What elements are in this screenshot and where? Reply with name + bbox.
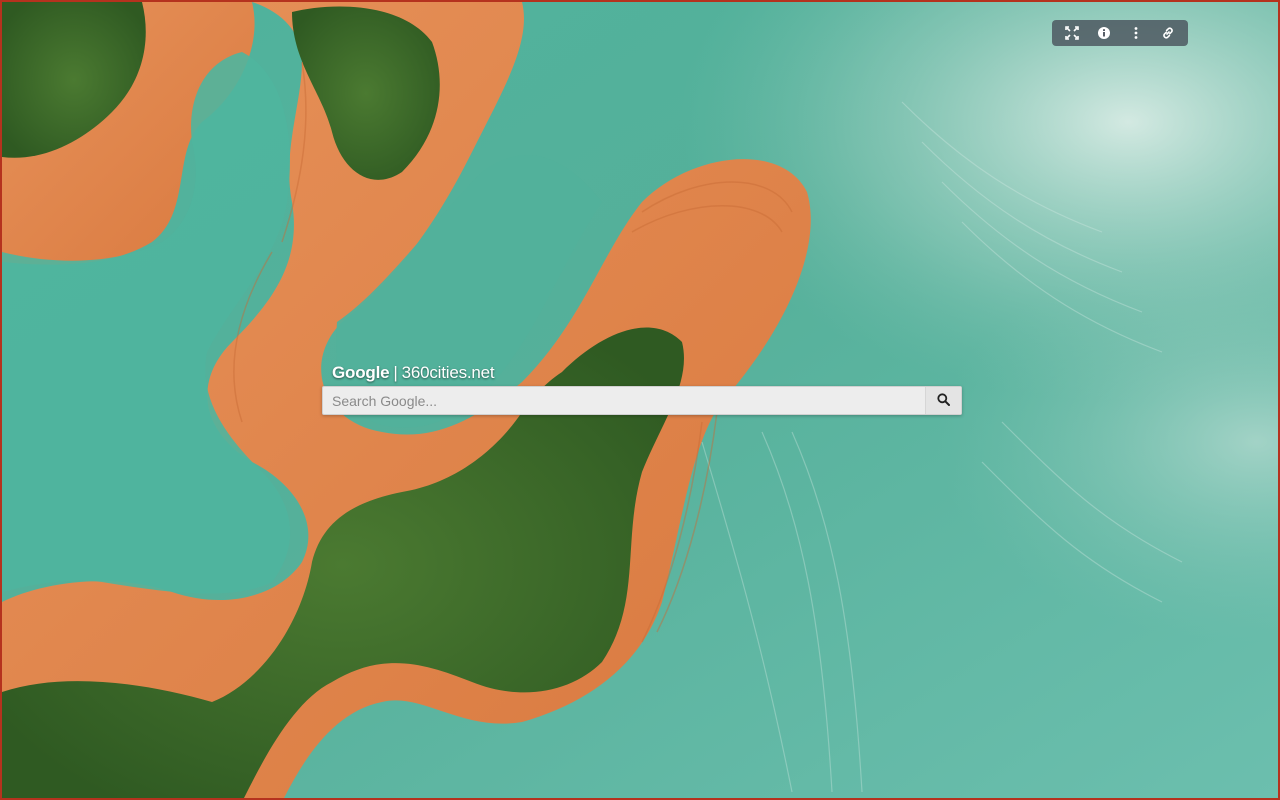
viewer-toolbar bbox=[1052, 20, 1188, 46]
info-icon bbox=[1097, 26, 1111, 40]
browser-viewport: Google | 360cities.net bbox=[0, 0, 1280, 800]
link-button[interactable] bbox=[1155, 22, 1181, 44]
search-input[interactable] bbox=[323, 387, 925, 414]
brand-separator: | bbox=[393, 363, 398, 382]
brand-name: Google bbox=[332, 363, 390, 382]
search-button[interactable] bbox=[925, 387, 961, 414]
brand-source: 360cities.net bbox=[401, 363, 495, 382]
search-bar bbox=[322, 386, 962, 415]
fullscreen-icon bbox=[1065, 26, 1079, 40]
fullscreen-button[interactable] bbox=[1059, 22, 1085, 44]
search-widget: Google | 360cities.net bbox=[322, 362, 962, 415]
link-icon bbox=[1161, 26, 1175, 40]
more-options-button[interactable] bbox=[1123, 22, 1149, 44]
info-button[interactable] bbox=[1091, 22, 1117, 44]
more-vertical-icon bbox=[1129, 26, 1143, 40]
search-icon bbox=[937, 392, 950, 409]
search-brand: Google | 360cities.net bbox=[322, 362, 962, 386]
